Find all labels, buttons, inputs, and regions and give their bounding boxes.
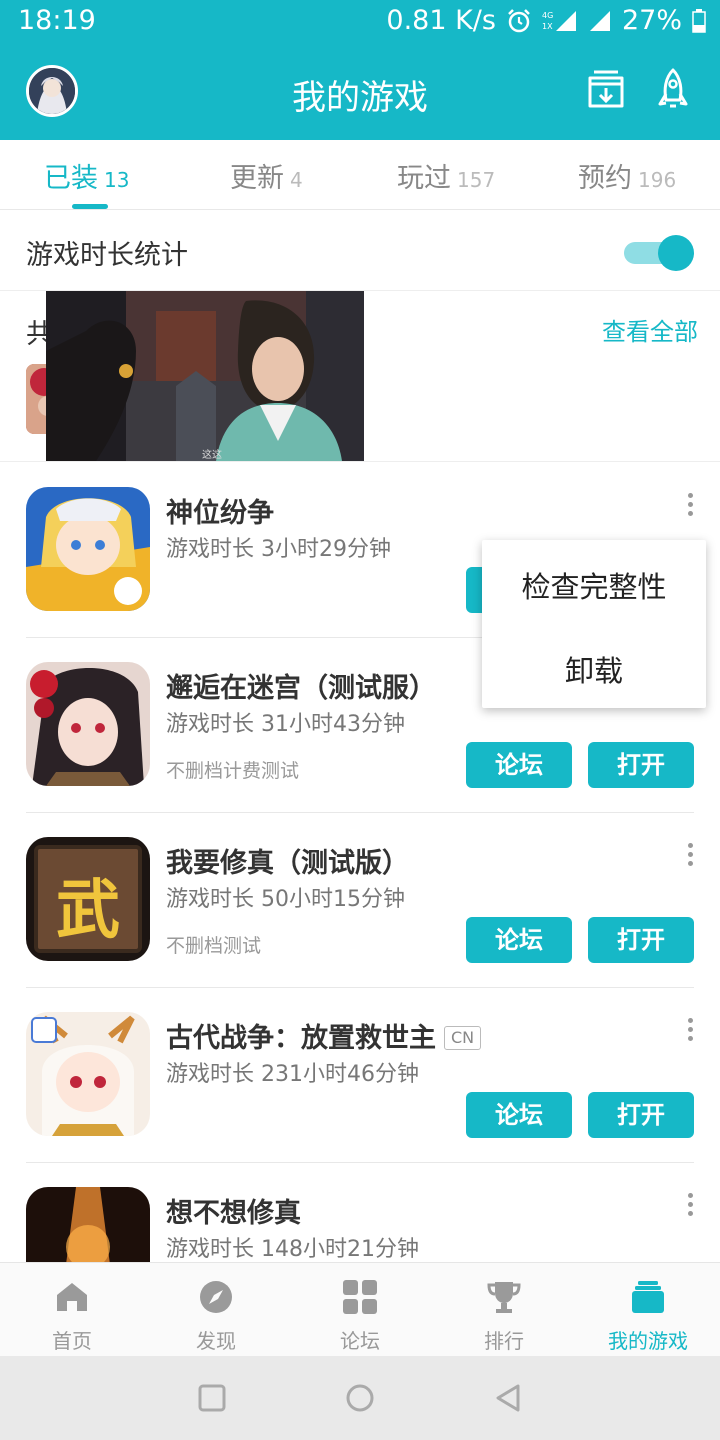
tab-indicator: [72, 204, 108, 209]
nav-discover[interactable]: 发现: [144, 1263, 288, 1357]
more-options-icon[interactable]: [680, 1018, 700, 1048]
compass-icon: [200, 1281, 232, 1313]
game-icon[interactable]: [26, 662, 150, 786]
nav-label: 论坛: [340, 1329, 380, 1353]
game-icon-image: [26, 487, 150, 611]
game-name-text: 古代战争：放置救世主: [166, 1023, 436, 1054]
nav-my-games[interactable]: 我的游戏: [576, 1263, 720, 1357]
rocket-icon: [658, 68, 688, 108]
nav-label: 我的游戏: [608, 1329, 688, 1353]
more-options-icon[interactable]: [680, 1193, 700, 1223]
download-manager-button[interactable]: [586, 68, 630, 114]
tab-count: 4: [290, 168, 303, 192]
system-nav-bar: [0, 1356, 720, 1440]
game-icon[interactable]: 武: [26, 837, 150, 961]
game-playtime: 游戏时长 3小时29分钟: [166, 537, 391, 562]
game-icon[interactable]: [26, 487, 150, 611]
accelerate-button[interactable]: [654, 68, 698, 114]
game-name: 邂逅在迷宫（测试服）: [166, 673, 436, 704]
game-icon-image: 武: [26, 837, 150, 961]
tab-bar: 已装 13 更新 4 玩过 157 预约 196: [0, 140, 720, 210]
forum-button[interactable]: 论坛: [466, 1092, 572, 1138]
tab-played[interactable]: 玩过 157: [397, 156, 495, 195]
svg-text:1X: 1X: [542, 22, 553, 31]
battery-icon: [692, 8, 706, 33]
alarm-icon: [508, 8, 530, 32]
net-speed: 0.81 K/s: [386, 5, 496, 36]
game-name: 我要修真（测试版）: [166, 848, 409, 879]
home-key-icon[interactable]: [344, 1382, 376, 1414]
playtime-stats-row: 游戏时长统计: [0, 211, 720, 291]
game-name: 古代战争：放置救世主 CN: [166, 1016, 482, 1055]
tab-reserved[interactable]: 预约 196: [578, 156, 676, 195]
forum-button[interactable]: 论坛: [466, 917, 572, 963]
screen: 18:19 0.81 K/s 4G 1X 27% 我的游戏 已装 13 更新 4…: [0, 0, 720, 1440]
game-test-note: 不删档计费测试: [166, 760, 300, 782]
status-right: 0.81 K/s 4G 1X 27%: [386, 5, 706, 36]
playtime-stats-label: 游戏时长统计: [26, 240, 188, 271]
toggle-knob: [658, 235, 694, 271]
stack-icon: [632, 1281, 664, 1313]
download-box-icon: [588, 70, 624, 108]
tab-label: 预约: [578, 163, 632, 194]
tab-installed[interactable]: 已装 13: [44, 156, 129, 195]
game-playtime: 游戏时长 231小时46分钟: [166, 1062, 419, 1087]
more-options-icon[interactable]: [680, 843, 700, 873]
app-bar: 我的游戏: [0, 44, 720, 140]
game-icon[interactable]: [26, 1012, 150, 1136]
playtime-stats-toggle[interactable]: [624, 235, 694, 271]
grid-icon: [343, 1280, 377, 1314]
game-name: 神位纷争: [166, 498, 274, 529]
game-icon-image: [26, 1012, 150, 1136]
tab-label: 更新: [230, 163, 284, 194]
game-name: 想不想修真: [166, 1198, 301, 1229]
nav-label: 排行: [484, 1329, 524, 1353]
game-playtime: 游戏时长 31小时43分钟: [166, 712, 405, 737]
game-item[interactable]: 古代战争：放置救世主 CN 游戏时长 231小时46分钟 论坛 打开: [0, 988, 720, 1163]
recent-apps-icon[interactable]: [196, 1382, 228, 1414]
nav-label: 首页: [52, 1329, 92, 1353]
nav-label: 发现: [196, 1329, 236, 1353]
nav-ranking[interactable]: 排行: [432, 1263, 576, 1357]
region-badge: CN: [444, 1026, 482, 1050]
video-frame: [46, 291, 364, 461]
game-test-note: 不删档测试: [166, 935, 262, 957]
open-button[interactable]: 打开: [588, 917, 694, 963]
status-bar: 18:19 0.81 K/s 4G 1X 27%: [0, 0, 720, 44]
nav-forum[interactable]: 论坛: [288, 1263, 432, 1357]
floating-video-player[interactable]: 这这: [46, 291, 364, 461]
game-item[interactable]: 武 我要修真（测试版） 游戏时长 50小时15分钟 不删档测试 论坛 打开: [0, 813, 720, 988]
svg-text:4G: 4G: [542, 11, 553, 20]
tab-label: 已装: [44, 163, 98, 194]
game-playtime: 游戏时长 148小时21分钟: [166, 1237, 419, 1262]
game-icon-char: 武: [56, 873, 120, 948]
menu-item-uninstall[interactable]: 卸载: [482, 648, 706, 690]
open-button[interactable]: 打开: [588, 1092, 694, 1138]
menu-item-check-integrity[interactable]: 检查完整性: [482, 564, 706, 606]
more-options-icon[interactable]: [680, 493, 700, 523]
home-icon: [57, 1283, 87, 1311]
video-subtitle: 这这: [202, 450, 222, 461]
signal-4g-icon: 4G 1X: [542, 10, 576, 31]
signal-icon: [589, 10, 610, 31]
tab-updates[interactable]: 更新 4: [230, 156, 303, 195]
open-button[interactable]: 打开: [588, 742, 694, 788]
status-time: 18:19: [18, 5, 96, 36]
bottom-nav: 首页 发现 论坛 排行 我的游戏: [0, 1262, 720, 1356]
battery-text: 27%: [621, 5, 682, 36]
forum-button[interactable]: 论坛: [466, 742, 572, 788]
trophy-icon: [487, 1282, 521, 1313]
game-playtime: 游戏时长 50小时15分钟: [166, 887, 405, 912]
game-options-menu: 检查完整性 卸载: [482, 540, 706, 708]
back-key-icon[interactable]: [492, 1382, 524, 1414]
nav-home[interactable]: 首页: [0, 1263, 144, 1357]
tab-label: 玩过: [397, 163, 451, 194]
view-all-link[interactable]: 查看全部: [602, 312, 698, 347]
tab-count: 13: [104, 168, 130, 192]
tab-count: 157: [457, 168, 496, 192]
tab-count: 196: [638, 168, 677, 192]
game-icon-image: [26, 662, 150, 786]
